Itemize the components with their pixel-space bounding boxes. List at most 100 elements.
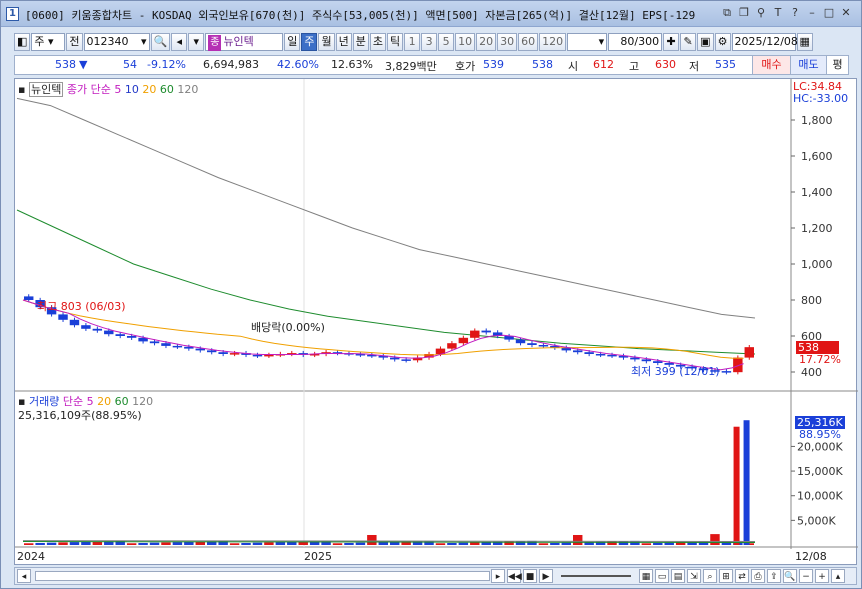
price-tick-label: 1,200	[801, 222, 833, 235]
zoom-out-icon[interactable]: −	[799, 569, 813, 583]
candle-body	[527, 343, 537, 345]
view-count-input[interactable]: 80/300	[608, 33, 663, 51]
draw-icon[interactable]: ✎	[680, 33, 697, 51]
period-year[interactable]: 년	[335, 33, 352, 51]
ma120-label[interactable]: 120	[177, 83, 198, 96]
scroll-track[interactable]	[35, 571, 490, 581]
volume-bar	[550, 542, 560, 545]
layout-icon-b[interactable]: ▤	[671, 569, 685, 583]
price-legend-name[interactable]: 뉴인텍	[28, 82, 64, 97]
layout-icon[interactable]: ◧	[14, 33, 31, 51]
prev-button[interactable]: 전	[66, 33, 83, 51]
scroll-end-icon[interactable]: ▴	[831, 569, 845, 583]
flat-button[interactable]: 평	[826, 56, 848, 74]
period-tick[interactable]: 틱	[386, 33, 404, 51]
x-end-date: 12/08	[795, 550, 827, 563]
minimize-icon[interactable]: –	[805, 6, 819, 20]
link-icon[interactable]: ⧉	[720, 6, 734, 20]
rewind-icon[interactable]: ◀◀	[507, 569, 522, 583]
ma5-label[interactable]: 5	[114, 83, 121, 96]
chart-type-icon[interactable]: ⊞	[719, 569, 733, 583]
pin-icon[interactable]: ⚲	[754, 6, 768, 20]
period-second[interactable]: 초	[369, 33, 386, 51]
custom-count-select[interactable]: ▾	[567, 33, 608, 51]
stock-name-box[interactable]: 종 뉴인텍	[205, 33, 284, 51]
candle-body	[92, 328, 103, 331]
candle-body	[447, 343, 457, 349]
candle-body	[58, 314, 68, 320]
window-icon[interactable]: ▭	[655, 569, 669, 583]
zoom-in-icon[interactable]: +	[815, 569, 829, 583]
sync-icon[interactable]: ⇄	[735, 569, 749, 583]
help-icon[interactable]: ?	[788, 6, 802, 20]
export-icon[interactable]: ⇪	[767, 569, 781, 583]
low-price: 535	[715, 58, 736, 71]
candle-body	[401, 359, 411, 361]
scroll-left-icon[interactable]: ◂	[17, 569, 31, 583]
volume-bar	[573, 534, 583, 545]
hc-label: HC:-33.00	[793, 92, 849, 105]
ma20-label[interactable]: 20	[142, 83, 156, 96]
date-input[interactable]: 2025/12/08	[731, 33, 798, 51]
volume-bar	[641, 543, 652, 545]
restore-icon[interactable]: ❐	[737, 6, 751, 20]
grid-icon[interactable]: ▦	[639, 569, 653, 583]
zoom-slider[interactable]	[561, 575, 631, 577]
volume-bar	[46, 542, 57, 545]
volume-bar	[653, 542, 663, 545]
count-20[interactable]: 20	[476, 33, 497, 51]
ma10-label[interactable]: 10	[125, 83, 139, 96]
print-icon[interactable]: ⎙	[751, 569, 765, 583]
move-icon[interactable]: ⇲	[687, 569, 701, 583]
count-5[interactable]: 5	[438, 33, 455, 51]
scroll-right-icon[interactable]: ▸	[491, 569, 505, 583]
price-legend: ▪ 뉴인텍 종가 단순 5 10 20 60 120	[18, 81, 198, 97]
sell-button[interactable]: 매도	[790, 56, 826, 74]
sound-icon[interactable]: ◂	[171, 33, 188, 51]
period-week[interactable]: 주	[301, 33, 318, 51]
search-icon[interactable]: 🔍	[150, 33, 171, 51]
x-label-2025: 2025	[304, 550, 332, 563]
count-120[interactable]: 120	[539, 33, 567, 51]
period-month[interactable]: 월	[318, 33, 335, 51]
volume-bar	[58, 542, 68, 545]
down-arrow-icon: ▼	[79, 58, 88, 71]
period-day[interactable]: 일	[284, 33, 301, 51]
count-10[interactable]: 10	[455, 33, 476, 51]
ma60-label[interactable]: 60	[160, 83, 174, 96]
play-icon[interactable]: ▶	[539, 569, 553, 583]
volume-value: 6,694,983	[203, 58, 259, 71]
volume-bar	[24, 543, 34, 545]
search-zoom-icon[interactable]: 🔍	[783, 569, 797, 583]
calendar-icon[interactable]: ▦	[796, 33, 813, 51]
ma-label[interactable]: 종가 단순	[67, 83, 111, 96]
save-icon[interactable]: ▣	[697, 33, 714, 51]
maximize-icon[interactable]: □	[822, 6, 836, 20]
period-minute[interactable]: 분	[352, 33, 369, 51]
settings-icon[interactable]: ⚙	[714, 33, 731, 51]
count-60[interactable]: 60	[518, 33, 539, 51]
dropdown-icon[interactable]: ▾	[188, 33, 205, 51]
stop-icon[interactable]: ■	[523, 569, 537, 583]
bid-price: 538	[532, 58, 553, 71]
candle-body	[229, 353, 240, 355]
volume-bar	[81, 541, 91, 545]
scroll-bar[interactable]: ◂ ▸ ◀◀ ■ ▶ ▦ ▭ ▤ ⇲ ⌕ ⊞ ⇄ ⎙ ⇪ 🔍 − + ▴	[14, 567, 857, 585]
close-icon[interactable]: ✕	[839, 6, 853, 20]
window-number[interactable]: 1	[6, 7, 19, 21]
volume-tick-label: 15,000K	[797, 465, 843, 478]
crosshair-icon[interactable]: ✚	[663, 33, 680, 51]
font-icon[interactable]: T	[771, 6, 785, 20]
buy-button[interactable]: 매수	[752, 56, 790, 74]
count-3[interactable]: 3	[421, 33, 438, 51]
zoom-icon[interactable]: ⌕	[703, 569, 717, 583]
count-30[interactable]: 30	[497, 33, 518, 51]
candle-body	[104, 330, 114, 335]
period-select[interactable]: 주 ▾	[31, 33, 66, 51]
chart-svg[interactable]: 1,8001,6001,4001,2001,00080060040020,000…	[15, 79, 858, 566]
count-1[interactable]: 1	[404, 33, 421, 51]
candle-body	[207, 350, 217, 353]
stock-code-input[interactable]: 012340 ▾	[83, 33, 150, 51]
chart-area[interactable]: 1,800 1,600 1,400 1,200 1,000 800 600 400 20,000…	[14, 78, 858, 566]
ratio-value: 12.63%	[331, 58, 373, 71]
